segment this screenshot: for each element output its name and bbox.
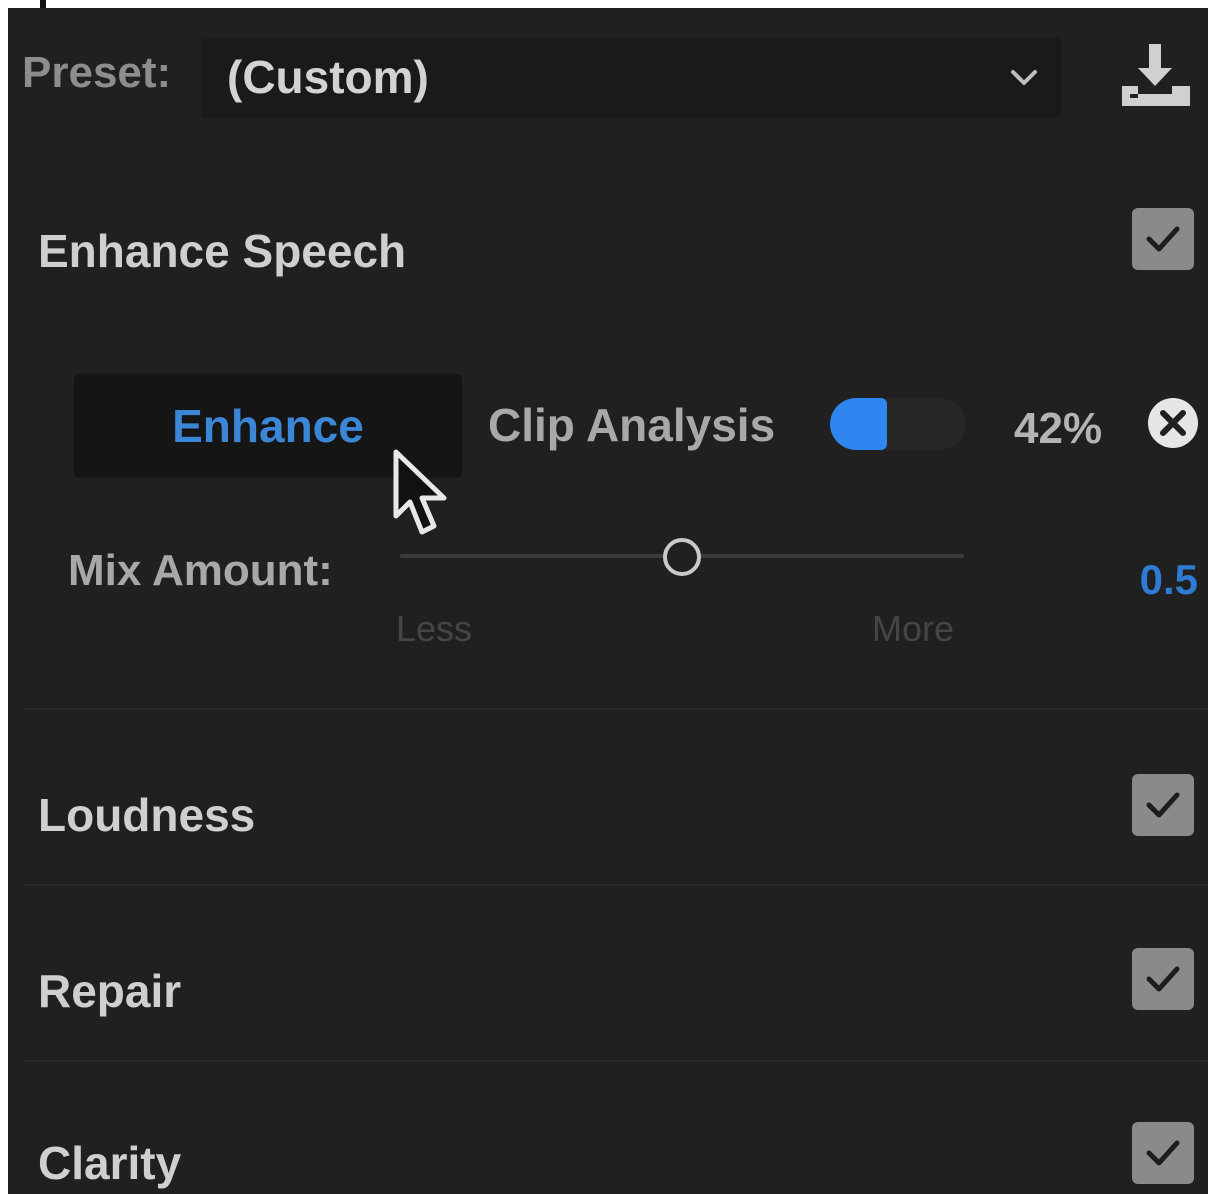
- mix-amount-label: Mix Amount:: [68, 546, 333, 595]
- download-icon[interactable]: [1116, 42, 1196, 112]
- essential-sound-panel: Preset: (Custom) Enhance Speech Enhance …: [8, 8, 1208, 1194]
- preset-dropdown[interactable]: (Custom): [201, 38, 1061, 118]
- repair-title: Repair: [38, 965, 182, 1017]
- clip-analysis-progress-bar: [830, 398, 966, 450]
- enhance-button-label: Enhance: [172, 400, 364, 452]
- slider-min-label: Less: [396, 608, 473, 649]
- loudness-title: Loudness: [38, 789, 256, 841]
- section-divider: [22, 708, 1208, 710]
- clip-analysis-progress-fill: [830, 398, 888, 450]
- repair-checkbox[interactable]: [1132, 948, 1194, 1010]
- enhance-speech-title: Enhance Speech: [38, 225, 407, 277]
- check-icon: [1146, 226, 1180, 252]
- loudness-checkbox[interactable]: [1132, 774, 1194, 836]
- check-icon: [1146, 966, 1180, 992]
- clip-analysis-progress-text: 42%: [1014, 404, 1103, 453]
- preset-value: (Custom): [227, 51, 429, 103]
- preset-label: Preset:: [22, 48, 172, 97]
- mix-amount-value[interactable]: 0.5: [1140, 556, 1198, 604]
- check-icon: [1146, 792, 1180, 818]
- section-divider: [22, 1060, 1208, 1062]
- chevron-down-icon: [1011, 70, 1037, 85]
- cancel-icon[interactable]: [1146, 396, 1200, 450]
- clarity-checkbox[interactable]: [1132, 1122, 1194, 1184]
- slider-max-label: More: [872, 608, 955, 649]
- top-edge-mark: [40, 0, 46, 8]
- clip-analysis-label: Clip Analysis: [488, 399, 776, 451]
- section-divider: [22, 884, 1208, 886]
- check-icon: [1146, 1140, 1180, 1166]
- mix-amount-slider-thumb[interactable]: [663, 538, 701, 576]
- clarity-title: Clarity: [38, 1137, 182, 1189]
- enhance-speech-checkbox[interactable]: [1132, 208, 1194, 270]
- cursor-icon: [393, 449, 447, 535]
